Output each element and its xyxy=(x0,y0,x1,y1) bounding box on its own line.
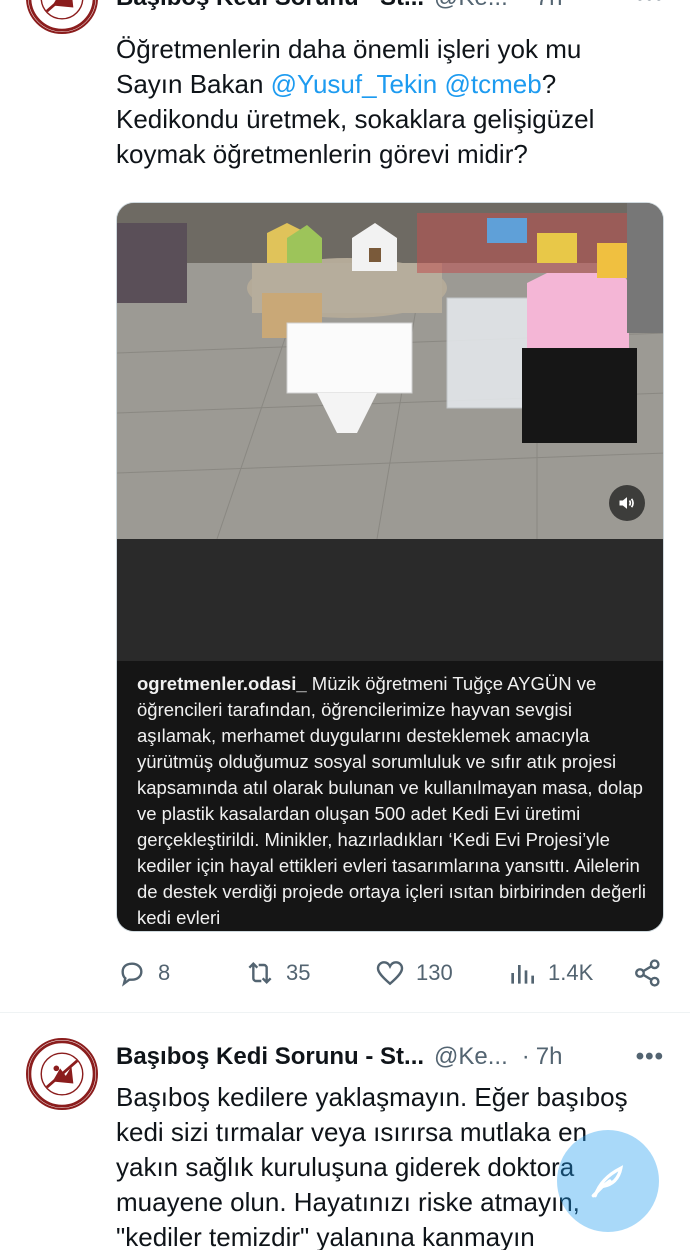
author-avatar[interactable] xyxy=(26,1038,98,1110)
video-media[interactable]: ogretmenler.odasi_ Müzik öğretmeni Tuğçe… xyxy=(116,202,664,932)
views-button[interactable]: 1.4K xyxy=(506,957,593,989)
video-dark-area xyxy=(117,539,663,661)
tweet-text-line: Kedikondu üretmek, sokaklara gelişigüzel xyxy=(116,104,595,134)
mention-link[interactable]: @Yusuf_Tekin xyxy=(271,69,438,99)
text-segment: Sayın Bakan xyxy=(116,69,271,99)
timestamp[interactable]: 7h xyxy=(536,0,563,12)
text-segment xyxy=(437,69,444,99)
tweet-text-line: Öğretmenlerin daha önemli işleri yok mu xyxy=(116,34,582,64)
author-avatar[interactable] xyxy=(26,0,98,34)
share-icon xyxy=(635,959,660,987)
separator-dot: · xyxy=(522,0,530,12)
retweet-icon xyxy=(248,961,272,985)
more-icon[interactable]: ••• xyxy=(636,1043,664,1071)
tweet-text-line: koymak öğretmenlerin görevi midir? xyxy=(116,139,528,169)
stray-cat-logo-icon xyxy=(28,1040,96,1108)
view-count: 1.4K xyxy=(548,960,594,985)
share-button[interactable] xyxy=(632,957,674,989)
text-segment: ? xyxy=(541,69,557,99)
caption-text: Müzik öğretmeni Tuğçe AYGÜN ve öğrencile… xyxy=(137,673,647,928)
analytics-icon xyxy=(511,965,534,984)
compose-button[interactable] xyxy=(557,1130,659,1232)
like-count: 130 xyxy=(416,960,453,985)
like-button[interactable]: 130 xyxy=(374,957,453,989)
stray-cat-logo-icon xyxy=(28,0,96,32)
author-handle[interactable]: @Ke... xyxy=(434,1043,508,1071)
retweet-count: 35 xyxy=(286,960,311,985)
action-bar: 8 35 130 1.4K xyxy=(116,957,666,997)
tweet-divider xyxy=(0,1012,690,1013)
video-caption: ogretmenler.odasi_ Müzik öğretmeni Tuğçe… xyxy=(117,661,663,931)
author-handle[interactable]: @Ke... xyxy=(434,0,508,12)
author-name[interactable]: Başıboş Kedi Sorunu - St... xyxy=(116,1043,424,1071)
tweet-header: Başıboş Kedi Sorunu - St... @Ke... · 7h … xyxy=(116,0,690,18)
separator-dot: · xyxy=(521,1043,530,1070)
timestamp[interactable]: 7h xyxy=(536,1043,563,1071)
caption-username: ogretmenler.odasi_ xyxy=(137,673,307,694)
reply-button[interactable]: 8 xyxy=(116,957,170,989)
tweet-text-line: Sayın Bakan @Yusuf_Tekin @tcmeb? xyxy=(116,67,656,102)
speaker-icon xyxy=(619,497,634,509)
tweet-header: Başıboş Kedi Sorunu - St... @Ke... · 7h … xyxy=(116,1037,690,1077)
tweet-text: Öğretmenlerin daha önemli işleri yok mu … xyxy=(116,32,656,172)
reply-icon xyxy=(121,962,143,987)
tweet[interactable]: Başıboş Kedi Sorunu - St... @Ke... · 7h … xyxy=(0,0,690,1012)
author-name[interactable]: Başıboş Kedi Sorunu - St... xyxy=(116,0,424,12)
mention-link[interactable]: @tcmeb xyxy=(445,69,542,99)
more-icon[interactable]: ••• xyxy=(636,0,664,12)
volume-button[interactable] xyxy=(609,485,645,521)
reply-count: 8 xyxy=(158,960,171,985)
compose-feather-icon xyxy=(591,1165,624,1198)
video-thumbnail xyxy=(117,203,663,539)
retweet-button[interactable]: 35 xyxy=(244,957,310,989)
heart-icon xyxy=(376,961,404,986)
tweet-text-line: Başıboş kedilere yaklaşmayın. Eğer başıb… xyxy=(116,1082,628,1112)
